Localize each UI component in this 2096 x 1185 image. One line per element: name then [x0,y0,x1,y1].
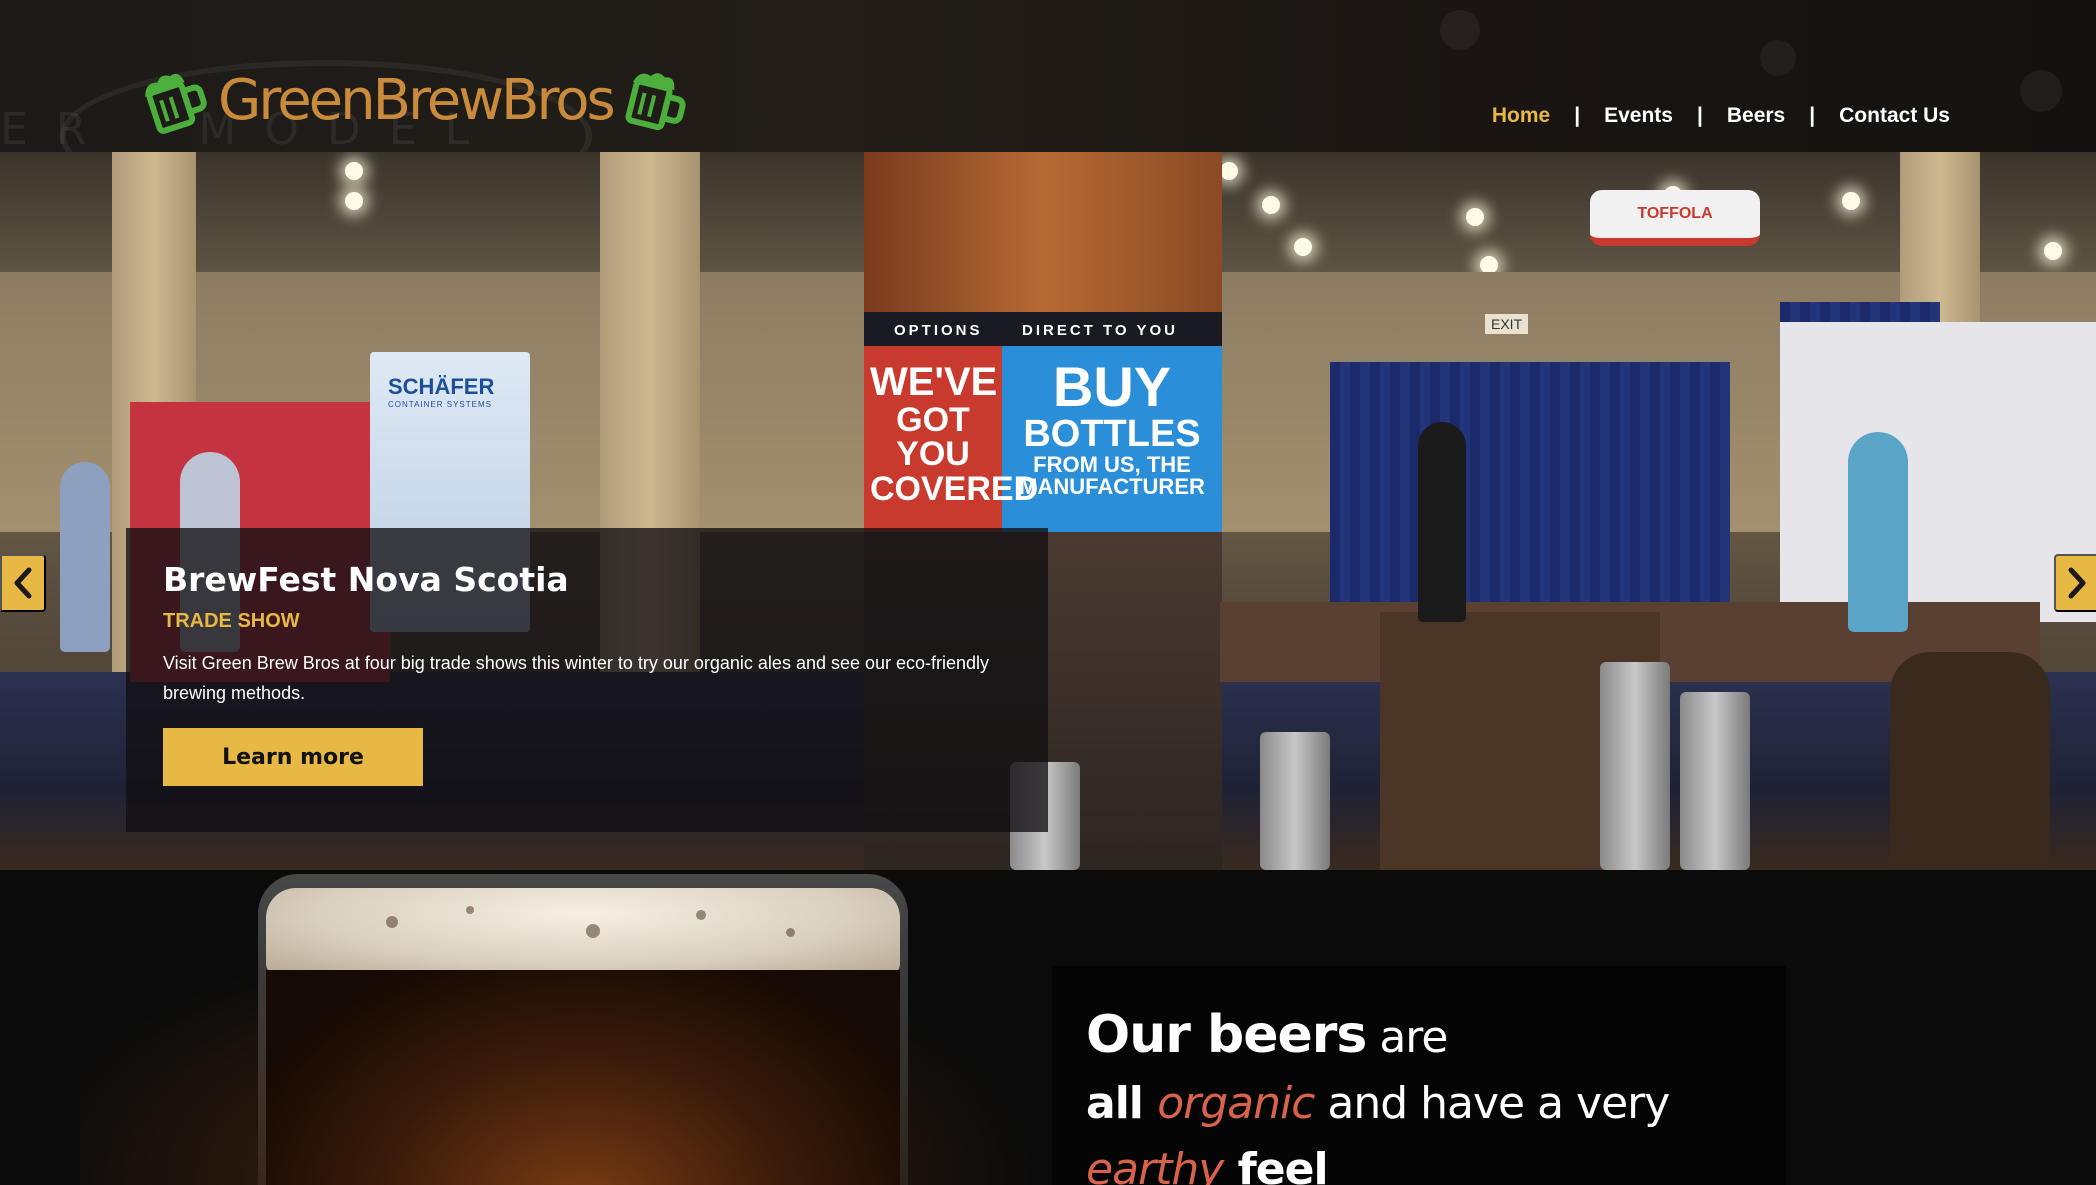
feature-text-panel: Our beers are all organic and have a ver… [1052,966,1786,1185]
barrel [1890,652,2050,870]
banner-bottles: BOTTLES [1023,413,1201,456]
nav-events[interactable]: Events [1604,104,1673,128]
banner-buy: BUY [1052,355,1172,418]
ceiling-light [1294,238,1312,256]
banner-from-us: FROM US, THE [1033,451,1191,477]
nav-contact-us[interactable]: Contact Us [1839,104,1950,128]
chevron-left-icon [14,567,32,599]
ceiling-light [1466,208,1484,226]
slider-next-button[interactable] [2054,554,2096,612]
nav-separator: | [1809,104,1816,127]
banner-direct: DIRECT TO YOU [1022,322,1178,339]
person [1848,432,1908,632]
bokeh-light [1760,40,1796,76]
beer-mug-icon [145,73,207,134]
ceiling-light [1842,192,1860,210]
slider-prev-button[interactable] [0,554,46,612]
learn-more-button[interactable]: Learn more [163,728,423,786]
stool [1600,662,1670,870]
beer-liquid [266,970,900,1185]
bokeh-light [2020,70,2062,112]
slide-tag: TRADE SHOW [163,610,300,632]
ceiling-light [345,192,363,210]
beer-mug-icon [625,73,686,131]
site-logo[interactable]: GreenBrewBros [138,64,693,138]
feature-headline: Our beers are all organic and have a ver… [1086,1005,1670,1185]
booth-sign-brand: SCHÄFER [388,374,495,399]
slide-title: BrewFest Nova Scotia [163,560,569,599]
stool [1680,692,1750,870]
nav-separator: | [1574,104,1581,127]
beer-foam [266,888,900,974]
hanging-sign: TOFFOLA [1590,190,1760,246]
person [60,462,110,652]
banner-manufacturer: MANUFACTURER [1019,474,1205,500]
chevron-right-icon [2068,567,2086,599]
ceiling-light [2044,242,2062,260]
slide-caption: BrewFest Nova Scotia TRADE SHOW Visit Gr… [126,528,1048,832]
ceiling-light [1262,196,1280,214]
stool [1260,732,1330,870]
booth-drape [1330,362,1730,622]
nav-home[interactable]: Home [1492,104,1550,128]
person [1418,422,1466,622]
slide-description: Visit Green Brew Bros at four big trade … [163,653,990,703]
ceiling-light [345,162,363,180]
beer-glass-image [258,874,908,1185]
banner-options: OPTIONS [894,322,983,339]
bottle-necks [864,152,1222,312]
logo-wordmark: GreenBrewBros [218,68,616,133]
banner-covered: COVERED [870,470,1039,509]
nav-separator: | [1696,104,1703,127]
ceiling-light [1220,162,1238,180]
bokeh-light [1440,10,1480,50]
banner-got-you: GOT YOU [896,400,970,474]
organic-feature-section: Our beers are all organic and have a ver… [0,870,2096,1185]
banner-weve: WE'VE [870,360,998,404]
site-header: ER MODEL GreenBrewBros Home | Events | B… [0,0,2096,152]
exit-sign: EXIT [1485,314,1529,334]
nav-beers[interactable]: Beers [1727,104,1785,128]
main-nav: Home | Events | Beers | Contact Us [1492,104,1950,128]
booth-sign-sub: CONTAINER SYSTEMS [388,400,492,409]
magazine-wall [1780,322,2096,622]
